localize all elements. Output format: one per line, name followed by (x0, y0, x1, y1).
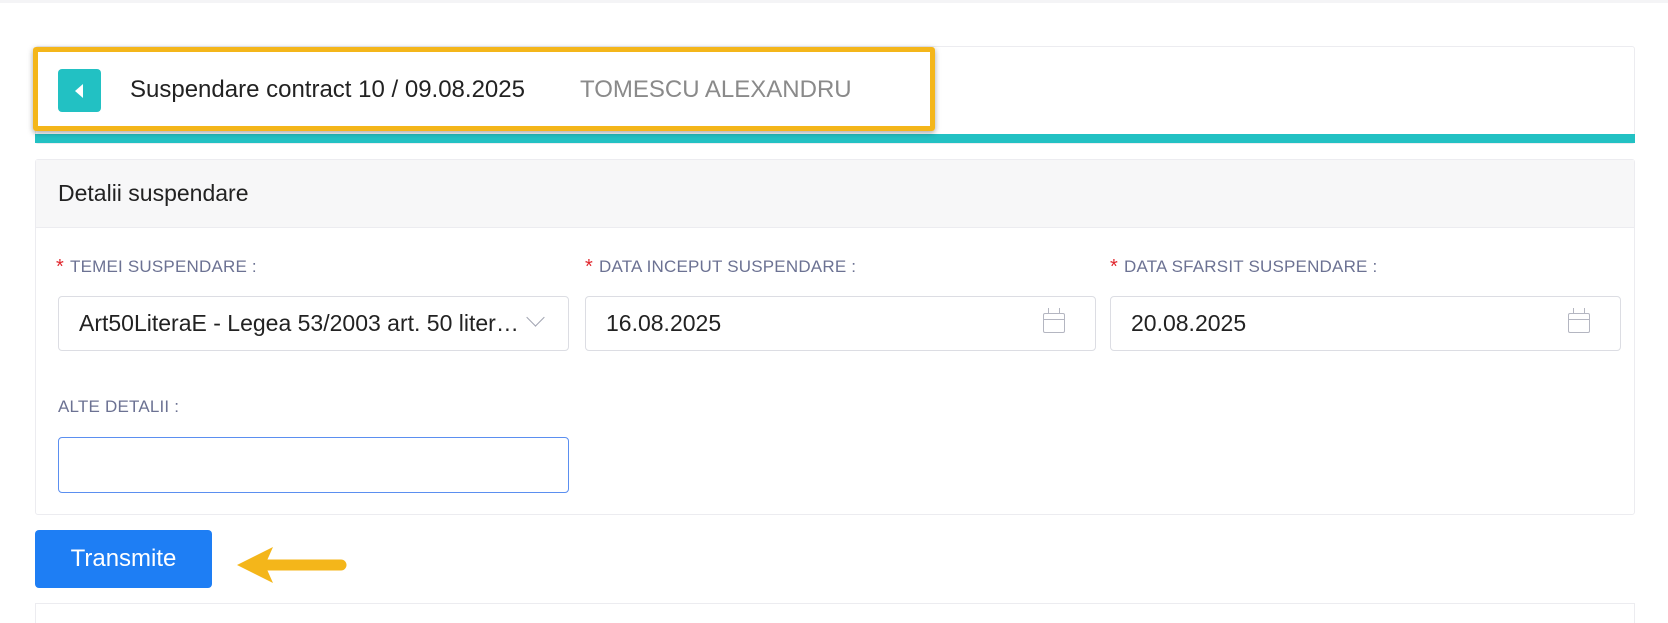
required-mark: * (585, 256, 593, 278)
transmite-button[interactable]: Transmite (35, 530, 212, 588)
arrow-left-icon (237, 547, 347, 583)
temei-suspendare-label: * TEMEI SUSPENDARE : (56, 256, 257, 278)
calendar-icon[interactable] (1568, 308, 1590, 333)
data-inceput-label: * DATA INCEPUT SUSPENDARE : (585, 256, 857, 278)
section-title: Detalii suspendare (58, 180, 249, 206)
data-sfarsit-input[interactable]: 20.08.2025 (1110, 296, 1621, 351)
required-mark: * (56, 256, 64, 278)
details-card-header (36, 160, 1634, 228)
temei-suspendare-value: Art50LiteraE - Legea 53/2003 art. 50 lit… (79, 310, 519, 336)
alte-detalii-input[interactable] (58, 437, 569, 493)
highlight-annotation (33, 47, 935, 131)
top-divider (0, 0, 1668, 3)
next-section-card (35, 603, 1635, 623)
required-mark: * (1110, 256, 1118, 278)
calendar-icon[interactable] (1043, 308, 1065, 333)
data-sfarsit-value: 20.08.2025 (1131, 310, 1247, 336)
data-inceput-input[interactable]: 16.08.2025 (585, 296, 1096, 351)
temei-suspendare-select[interactable]: Art50LiteraE - Legea 53/2003 art. 50 lit… (58, 296, 569, 351)
chevron-down-icon (526, 308, 545, 327)
header-accent-bar (35, 134, 1635, 143)
data-inceput-value: 16.08.2025 (606, 310, 722, 336)
data-sfarsit-label: * DATA SFARSIT SUSPENDARE : (1110, 256, 1378, 278)
alte-detalii-label: ALTE DETALII : (58, 397, 180, 416)
